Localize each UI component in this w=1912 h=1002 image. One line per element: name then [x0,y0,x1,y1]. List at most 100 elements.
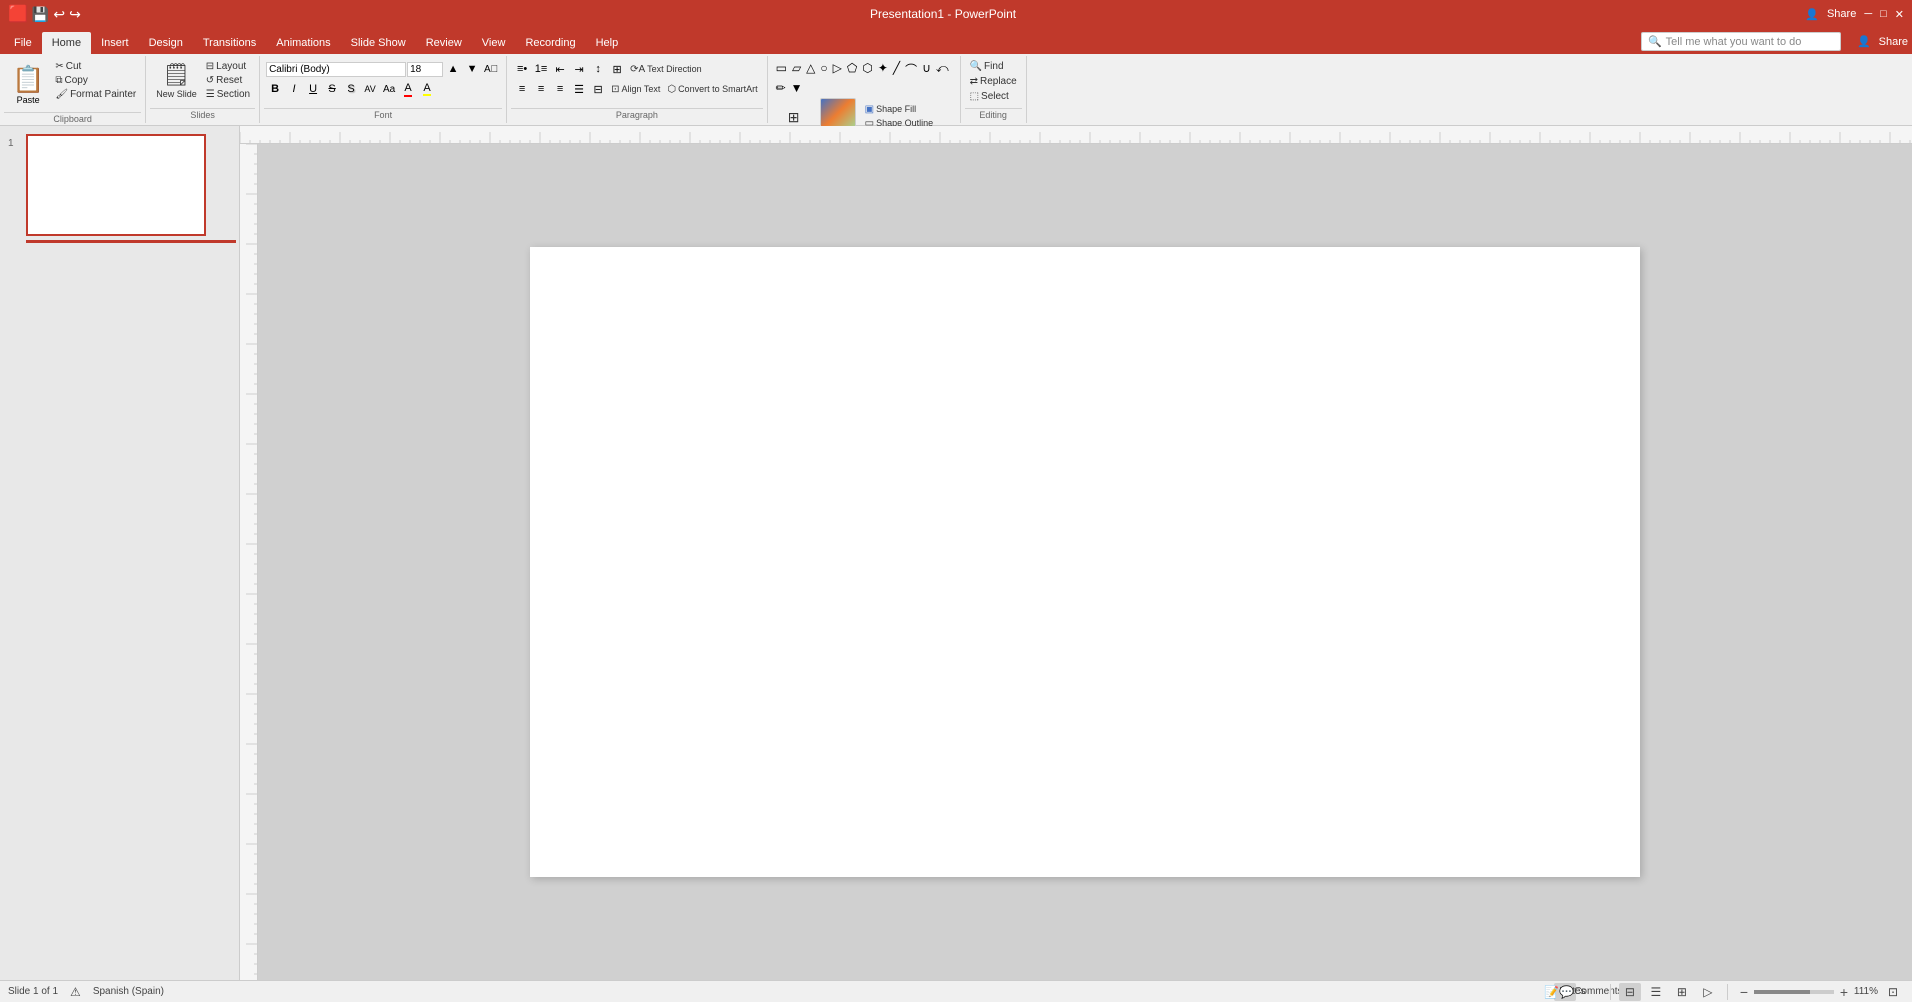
tab-view[interactable]: View [472,32,516,54]
editing-label: Editing [965,108,1022,121]
zoom-in-button[interactable]: + [1836,984,1852,1000]
quick-styles-button[interactable] [820,98,856,128]
cut-button[interactable]: ✂ Cut [52,60,139,73]
maximize-button[interactable]: □ [1880,8,1887,20]
change-case-button[interactable]: Aa [380,80,398,98]
quick-save[interactable]: 💾 [32,6,49,23]
font-color-button[interactable]: A [399,80,417,98]
decrease-indent-button[interactable]: ⇤ [551,60,569,78]
justify-button[interactable]: ☰ [570,80,588,98]
share-ribbon-button[interactable]: Share [1879,36,1908,48]
highlight-icon: A [423,82,430,96]
tab-review[interactable]: Review [416,32,472,54]
font-label: Font [264,108,502,121]
reset-button[interactable]: ↺ Reset [203,74,253,87]
new-slide-icon: 🗒 [163,62,191,88]
format-painter-button[interactable]: 🖌 Format Painter [52,88,139,101]
char-spacing-button[interactable]: AV [361,80,379,98]
minimize-button[interactable]: ─ [1864,8,1872,20]
slide-canvas-area[interactable] [258,144,1912,980]
tab-animations[interactable]: Animations [266,32,340,54]
zoom-out-button[interactable]: − [1736,984,1752,1000]
font-group: ▲ ▼ A⃝ B I U S S AV Aa A A Font [260,56,507,123]
tab-slideshow[interactable]: Slide Show [341,32,416,54]
arc-shape[interactable]: ∪ [920,60,933,79]
bold-button[interactable]: B [266,80,284,98]
increase-font-button[interactable]: ▲ [444,60,462,78]
pentagon-shape[interactable]: ⬠ [845,60,859,79]
text-direction-button[interactable]: ⟳A Text Direction [627,63,705,76]
align-left-button[interactable]: ≡ [513,80,531,98]
circle-shape[interactable]: ○ [818,60,829,79]
view-outline-button[interactable]: ☰ [1645,983,1667,1001]
app-icon: 🟥 [8,4,28,24]
layout-button[interactable]: ⊟ Layout [203,60,253,73]
numbering-button[interactable]: 1≡ [532,60,550,78]
content-area [240,126,1912,980]
search-bar[interactable]: 🔍 Tell me what you want to do [1641,32,1841,51]
slide-thumbnail[interactable] [26,134,206,236]
line-spacing-button[interactable]: ↕ [589,60,607,78]
copy-button[interactable]: ⧉ Copy [52,74,139,87]
font-name-input[interactable] [266,62,406,77]
tab-design[interactable]: Design [139,32,193,54]
hex-shape[interactable]: ⬡ [860,60,874,79]
align-text-button[interactable]: ⊡ Align Text [608,83,663,96]
tab-home[interactable]: Home [42,32,91,54]
tab-recording[interactable]: Recording [515,32,585,54]
view-normal-button[interactable]: ⊟ [1619,983,1641,1001]
align-right-button[interactable]: ≡ [551,80,569,98]
slide-canvas[interactable] [530,247,1640,877]
view-sorter-button[interactable]: ⊞ [1671,983,1693,1001]
parallelogram-shape[interactable]: ▱ [790,60,803,79]
col-spacing-button[interactable]: ⊟ [589,80,607,98]
tab-help[interactable]: Help [586,32,629,54]
more-shapes[interactable]: ▼ [789,80,805,96]
columns-button[interactable]: ⊞ [608,60,626,78]
share-button[interactable]: Share [1827,8,1856,20]
new-slide-button[interactable]: 🗒 New Slide [152,60,201,101]
comments-button[interactable]: 💬 Comments [1580,983,1602,1001]
title-bar-left: 🟥 💾 ↩ ↪ [8,4,81,24]
clear-format-button[interactable]: A⃝ [482,60,500,78]
quick-redo[interactable]: ↪ [69,6,81,23]
clipboard-group: 📋 Paste ✂ Cut ⧉ Copy 🖌 Format Painter Cl… [0,56,146,123]
italic-button[interactable]: I [285,80,303,98]
font-color-icon: A [404,82,411,97]
line-shape[interactable]: ╱ [891,60,902,79]
curve-shape[interactable]: ⌒ [903,60,919,79]
tab-transitions[interactable]: Transitions [193,32,266,54]
slide-panel[interactable]: 1 [0,126,240,980]
increase-indent-button[interactable]: ⇥ [570,60,588,78]
select-button[interactable]: ⬚ Select [967,90,1012,103]
shadow-button[interactable]: S [342,80,360,98]
zoom-slider[interactable] [1754,990,1834,994]
view-reading-button[interactable]: ▷ [1697,983,1719,1001]
freeform-shape[interactable]: ✏ [774,80,788,96]
quick-undo[interactable]: ↩ [53,6,65,23]
section-button[interactable]: ☰ Section [203,88,253,101]
arrow-shape[interactable]: ▷ [831,60,844,79]
strikethrough-button[interactable]: S [323,80,341,98]
convert-smartart-button[interactable]: ⬡ Convert to SmartArt [664,83,760,96]
align-center-button[interactable]: ≡ [532,80,550,98]
rect-shape[interactable]: ▭ [774,60,789,79]
tab-insert[interactable]: Insert [91,32,139,54]
bullets-button[interactable]: ≡• [513,60,531,78]
fit-slide-button[interactable]: ⊡ [1882,983,1904,1001]
star-shape[interactable]: ✦ [876,60,890,79]
tab-file[interactable]: File [4,32,42,54]
find-button[interactable]: 🔍 Find [967,60,1007,73]
highlight-button[interactable]: A [418,80,436,98]
decrease-font-button[interactable]: ▼ [463,60,481,78]
replace-button[interactable]: ⇄ Replace [967,75,1020,88]
font-size-input[interactable] [407,62,443,77]
close-button[interactable]: ✕ [1895,8,1904,21]
slides-group: 🗒 New Slide ⊟ Layout ↺ Reset ☰ Section S… [146,56,260,123]
connector-shape[interactable]: ⤺ [934,60,951,79]
title-bar-right: 👤 Share ─ □ ✕ [1805,8,1904,21]
paste-button[interactable]: 📋 Paste [6,60,50,109]
underline-button[interactable]: U [304,80,322,98]
shape-fill-button[interactable]: ▣ Shape Fill [862,103,938,116]
triangle-shape[interactable]: △ [804,60,817,79]
